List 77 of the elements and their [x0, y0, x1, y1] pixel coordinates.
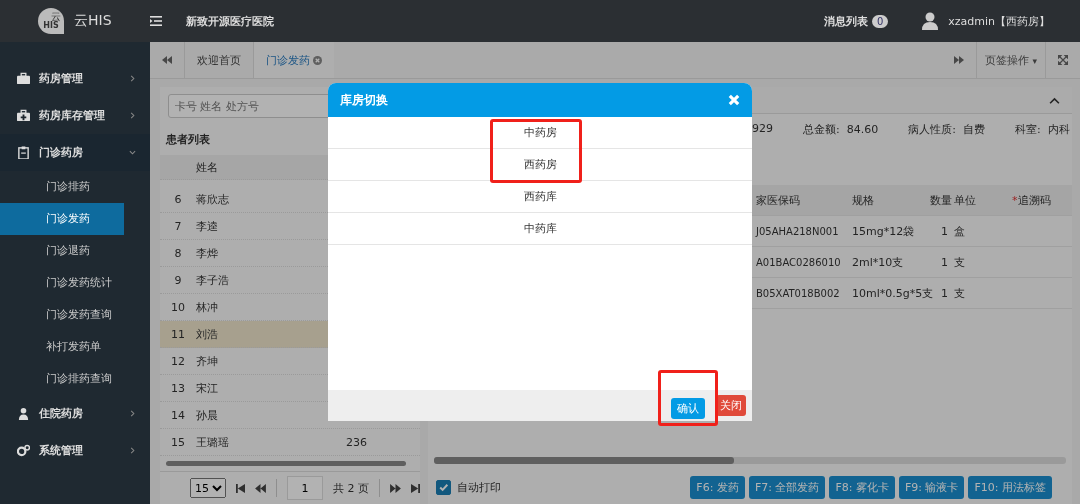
table-cell-text: 支 [954, 254, 966, 270]
close-button[interactable]: 关闭 [716, 395, 746, 416]
message-count: 0 [871, 14, 889, 28]
hospital-name: 新致开源医疗医院 [186, 13, 274, 29]
gears-icon [17, 444, 30, 457]
warehouse-option[interactable]: 西药房 [328, 149, 752, 181]
close-icon[interactable] [313, 55, 322, 65]
table-cell-text: 支 [954, 285, 966, 301]
logo-icon: 云 HIS [38, 8, 64, 34]
nav-item[interactable]: 药房库存管理 [0, 97, 150, 134]
table-cell-text: B05XAT018B002 [756, 287, 841, 299]
check-icon [438, 481, 449, 493]
chevron-icon [129, 112, 136, 119]
nav-subitem[interactable]: 门诊排药查询 [0, 363, 124, 395]
scroll-left-icon[interactable] [162, 56, 172, 64]
nav-subitem[interactable]: 门诊发药 [0, 203, 124, 235]
first-page-icon[interactable] [236, 483, 245, 493]
next-page-icon[interactable] [390, 483, 401, 493]
checkbox-label: 自动打印 [457, 479, 501, 495]
tab-actions-dropdown[interactable]: 页签操作 ▾ [975, 42, 1046, 78]
column-header: 单位 [954, 192, 977, 208]
column-header: 家医保码 [756, 192, 801, 208]
page-number-field[interactable]: 1 [287, 476, 323, 500]
nav-subitem[interactable]: 门诊发药统计 [0, 267, 124, 299]
person-icon [17, 407, 30, 420]
patient-row[interactable]: 15 王璐瑶 236 [160, 429, 420, 456]
panel-title: 患者列表 [165, 132, 211, 148]
nav-item[interactable]: 门诊药房 [0, 134, 150, 171]
table-cell-text: 1 [940, 286, 948, 300]
info-field: 病人性质: 自费 [908, 122, 985, 137]
nav-subitem[interactable]: 门诊发药查询 [0, 299, 124, 331]
user-icon [922, 12, 939, 30]
table-cell-text: 盒 [954, 223, 966, 239]
table-cell-text: 1 [940, 255, 948, 269]
table-cell-text: J05AHA218N001 [756, 225, 840, 237]
chevron-icon [129, 410, 136, 417]
table-cell-text: 1 [940, 224, 948, 238]
nav-subitem[interactable]: 门诊排药 [0, 171, 124, 203]
briefcase-icon [17, 72, 30, 85]
table-cell-text: 15mg*12袋 [852, 223, 916, 239]
user-menu[interactable]: xzadmin【西药房】 [948, 13, 1050, 29]
medkit-icon [17, 109, 30, 122]
messages-link[interactable]: 消息列表 [823, 13, 872, 29]
info-field: 总金额: 84.60 [803, 122, 879, 137]
chevron-icon [129, 149, 136, 156]
warehouse-option[interactable]: 中药房 [328, 117, 752, 149]
nav-item[interactable]: 系统管理 [0, 432, 150, 469]
page-size-select[interactable]: 15 [190, 478, 226, 498]
checkbox[interactable] [436, 479, 451, 495]
info-field: 929 [752, 122, 773, 137]
last-page-icon[interactable] [411, 483, 420, 493]
app-name: 云HIS [74, 12, 112, 30]
table-cell-text: 2ml*10支 [852, 254, 905, 270]
column-header: *追溯码 [1012, 192, 1052, 208]
nav-subitem[interactable]: 补打发药单 [0, 331, 124, 363]
warehouse-option[interactable]: 西药库 [328, 181, 752, 213]
info-field: 科室: 内科 [1014, 122, 1070, 137]
warehouse-option[interactable]: 中药库 [328, 213, 752, 245]
page-total: 共 2 页 [333, 480, 369, 496]
scroll-right-icon[interactable] [953, 56, 964, 64]
close-icon[interactable] [728, 94, 740, 106]
scrollbar[interactable] [166, 461, 406, 466]
page-tab[interactable]: 门诊发药 [253, 42, 334, 78]
previous-page-icon[interactable] [255, 483, 266, 493]
nav-item[interactable]: 药房管理 [0, 60, 150, 97]
scrollbar[interactable] [434, 457, 734, 464]
chevron-icon [129, 447, 136, 454]
nav-subitem[interactable]: 门诊退药 [0, 235, 124, 267]
menu-icon[interactable] [150, 16, 162, 26]
fullscreen-icon[interactable] [1058, 55, 1068, 65]
nav-item[interactable]: 住院药房 [0, 395, 150, 432]
clipboard-icon [17, 146, 30, 159]
dialog-title: 库房切换 [340, 91, 388, 109]
column-header: 规格 [852, 192, 875, 208]
chevron-icon [129, 75, 136, 82]
collapse-icon[interactable] [1049, 96, 1060, 104]
table-cell-text: A01BAC0286010 [756, 256, 842, 268]
